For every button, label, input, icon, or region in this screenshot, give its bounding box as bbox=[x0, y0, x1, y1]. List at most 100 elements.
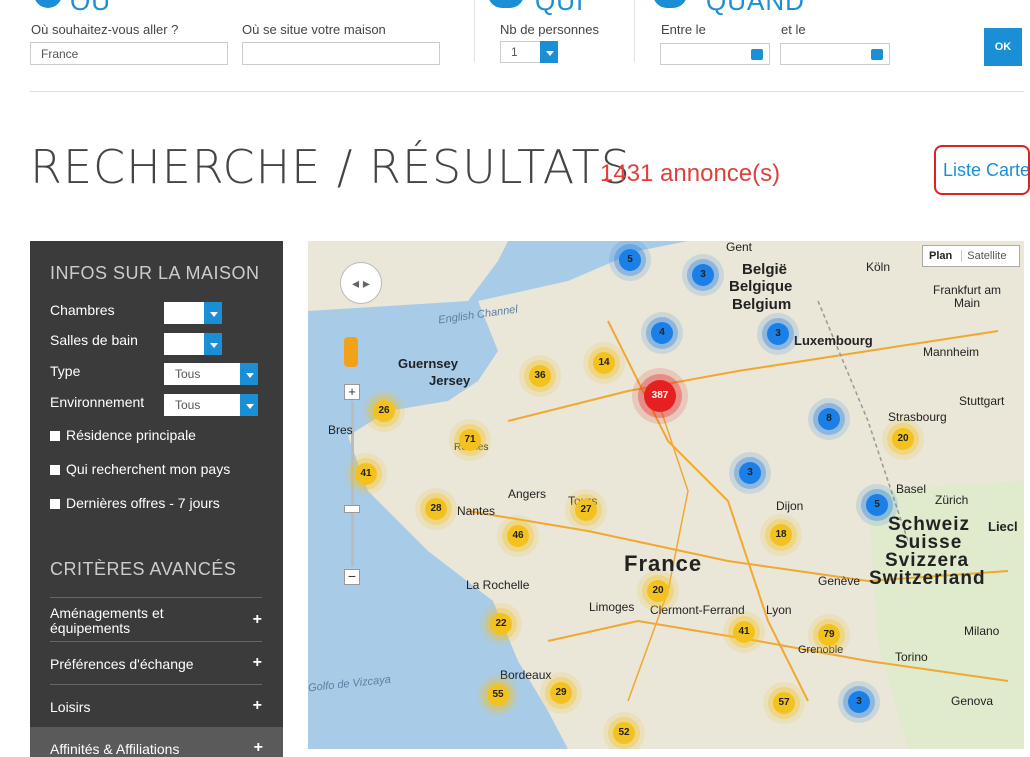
map-label: Strasbourg bbox=[888, 410, 947, 424]
map-label: Jersey bbox=[429, 373, 471, 388]
separator bbox=[474, 0, 475, 62]
chambres-select[interactable] bbox=[164, 302, 222, 324]
map-label: Nantes bbox=[457, 504, 496, 518]
pays-checkbox[interactable]: Qui recherchent mon pays bbox=[50, 461, 230, 477]
plus-icon[interactable]: + bbox=[253, 611, 262, 629]
map-cluster[interactable]: 22 bbox=[490, 613, 512, 635]
people-label: Nb de personnes bbox=[500, 22, 600, 37]
salles-label: Salles de bain bbox=[50, 332, 138, 348]
map-label: Lyon bbox=[766, 603, 792, 617]
map-cluster[interactable]: 3 bbox=[767, 323, 789, 345]
env-value: Tous bbox=[175, 398, 201, 412]
view-toggle: Liste Carte bbox=[934, 145, 1030, 195]
map-label: France bbox=[624, 551, 703, 576]
map-cluster[interactable]: 41 bbox=[733, 621, 755, 643]
map-cluster[interactable]: 55 bbox=[487, 684, 509, 706]
people-value: 1 bbox=[511, 45, 518, 59]
accordion-preferences[interactable]: Préférences d'échange + bbox=[50, 641, 262, 684]
accordion-amenagements[interactable]: Aménagements et équipements + bbox=[50, 597, 262, 641]
map-cluster[interactable]: 8 bbox=[818, 408, 840, 430]
map-cluster[interactable]: 27 bbox=[575, 499, 597, 521]
and-label: et le bbox=[781, 22, 806, 37]
accordion-loisirs[interactable]: Loisirs + bbox=[50, 684, 262, 727]
map-label: Belgium bbox=[732, 296, 792, 313]
zoom-in-button[interactable]: + bbox=[344, 384, 360, 400]
people-select[interactable]: 1 bbox=[500, 41, 558, 63]
accordion-label: Affinités & Affiliations bbox=[50, 741, 180, 757]
ok-button[interactable]: OK bbox=[984, 28, 1022, 66]
salles-select[interactable] bbox=[164, 333, 222, 355]
map-cluster[interactable]: 18 bbox=[770, 524, 792, 546]
map-label: België bbox=[742, 261, 788, 278]
chevron-down-icon[interactable] bbox=[240, 363, 258, 385]
calendar-icon[interactable] bbox=[751, 49, 763, 60]
map-cluster[interactable]: 14 bbox=[593, 352, 615, 374]
map-cluster[interactable]: 29 bbox=[550, 682, 572, 704]
chevron-down-icon[interactable] bbox=[204, 302, 222, 324]
start-date-input[interactable] bbox=[660, 43, 770, 65]
quand-heading: QUAND bbox=[706, 0, 805, 16]
chevron-down-icon[interactable] bbox=[240, 394, 258, 416]
destination-input[interactable]: France bbox=[30, 42, 228, 65]
view-list-link[interactable]: Liste bbox=[943, 160, 981, 180]
map-type-satellite[interactable]: Satellite bbox=[961, 250, 1012, 262]
filter-sidebar: INFOS SUR LA MAISON Chambres Salles de b… bbox=[30, 241, 283, 757]
map-label: Luxembourg bbox=[794, 333, 873, 348]
accordion-label: Aménagements et équipements bbox=[50, 605, 164, 636]
map-cluster[interactable]: 5 bbox=[866, 494, 888, 516]
map-type-plan[interactable]: Plan bbox=[923, 250, 958, 262]
map-cluster[interactable]: 3 bbox=[739, 462, 761, 484]
map-cluster[interactable]: 79 bbox=[818, 624, 840, 646]
accordion-affinites[interactable]: Affinités & Affiliations + bbox=[30, 727, 283, 757]
map-label: Mannheim bbox=[923, 345, 980, 359]
pan-control[interactable]: ◂ ▸ bbox=[340, 262, 382, 304]
results-map[interactable]: Plan Satellite ◂ ▸ + − Gent Köln België … bbox=[308, 241, 1024, 749]
map-cluster[interactable]: 46 bbox=[507, 525, 529, 547]
plus-icon[interactable]: + bbox=[254, 739, 263, 757]
map-cluster[interactable]: 26 bbox=[373, 400, 395, 422]
plus-icon[interactable]: + bbox=[253, 697, 262, 715]
map-label: Köln bbox=[866, 260, 891, 274]
home-input[interactable] bbox=[242, 42, 440, 65]
destination-label: Où souhaitez-vous aller ? bbox=[31, 22, 179, 37]
zoom-out-button[interactable]: − bbox=[344, 569, 360, 585]
ou-heading: OÙ bbox=[70, 0, 111, 16]
map-cluster[interactable]: 57 bbox=[773, 692, 795, 714]
zoom-handle[interactable] bbox=[344, 505, 360, 513]
map-cluster[interactable]: 71 bbox=[459, 429, 481, 451]
offres-checkbox[interactable]: Dernières offres - 7 jours bbox=[50, 495, 220, 511]
env-select[interactable]: Tous bbox=[164, 394, 258, 416]
chevron-down-icon[interactable] bbox=[540, 41, 558, 63]
map-label: Limoges bbox=[589, 600, 635, 614]
map-cluster[interactable]: 3 bbox=[692, 264, 714, 286]
chevron-down-icon[interactable] bbox=[204, 333, 222, 355]
map-cluster[interactable]: 36 bbox=[529, 365, 551, 387]
type-select[interactable]: Tous bbox=[164, 363, 258, 385]
accordion-label: Loisirs bbox=[50, 699, 91, 715]
plus-icon[interactable]: + bbox=[253, 654, 262, 672]
residence-checkbox[interactable]: Résidence principale bbox=[50, 427, 196, 443]
map-label: Genova bbox=[951, 694, 994, 708]
map-cluster[interactable]: 52 bbox=[613, 722, 635, 744]
map-cluster[interactable]: 387 bbox=[644, 380, 676, 412]
chambres-label: Chambres bbox=[50, 302, 115, 318]
map-label: Frankfurt am Main bbox=[932, 283, 1001, 310]
divider bbox=[30, 91, 1024, 92]
map-label: Clermont-Ferrand bbox=[650, 603, 745, 617]
env-label: Environnement bbox=[50, 394, 145, 410]
map-cluster[interactable]: 3 bbox=[848, 691, 870, 713]
view-map-link[interactable]: Carte bbox=[986, 160, 1028, 180]
advanced-heading: CRITÈRES AVANCÉS bbox=[50, 559, 237, 579]
calendar-icon[interactable] bbox=[871, 49, 883, 60]
map-cluster[interactable]: 41 bbox=[355, 463, 377, 485]
street-view-icon[interactable] bbox=[344, 337, 358, 367]
map-cluster[interactable]: 20 bbox=[892, 428, 914, 450]
map-cluster[interactable]: 4 bbox=[651, 322, 673, 344]
map-cluster[interactable]: 20 bbox=[647, 580, 669, 602]
qui-heading: QUI bbox=[535, 0, 585, 16]
map-label: Angers bbox=[508, 487, 547, 501]
end-date-input[interactable] bbox=[780, 43, 890, 65]
map-label: Guernsey bbox=[398, 356, 458, 371]
map-cluster[interactable]: 28 bbox=[425, 498, 447, 520]
map-cluster[interactable]: 5 bbox=[619, 249, 641, 271]
